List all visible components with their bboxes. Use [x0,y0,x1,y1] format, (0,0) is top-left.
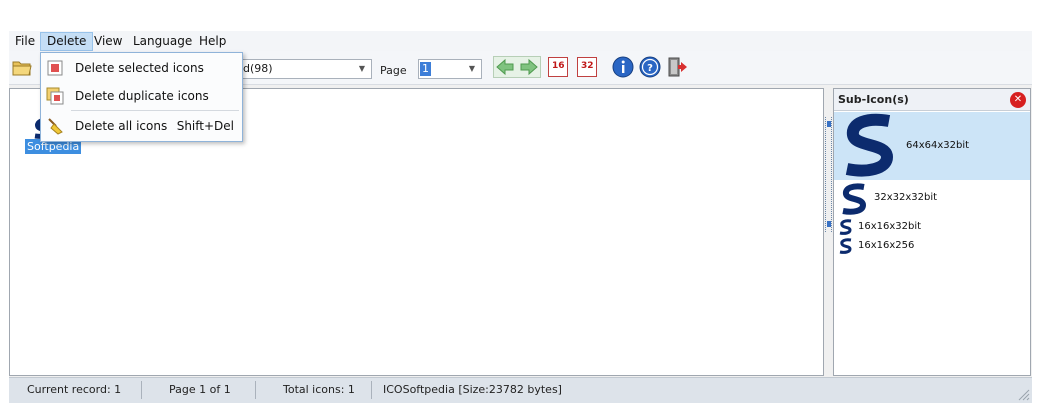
sub-icon-size-label: 16x16x256 [858,240,915,251]
menu-delete[interactable]: Delete [40,32,94,51]
menu-view[interactable]: View [88,32,128,51]
sub-icon-row[interactable]: 16x16x256 [834,237,1030,255]
sub-icon-size-label: 32x32x32bit [874,192,938,203]
softpedia-s-32-icon [842,183,867,215]
size-32-button[interactable]: 32 [577,57,597,77]
status-current-record: Current record: 1 [27,383,122,396]
softpedia-s-16-256-icon [839,238,852,254]
info-button[interactable] [612,56,634,78]
softpedia-s-16-icon [839,219,852,235]
status-page: Page 1 of 1 [169,383,231,396]
broom-icon [48,118,63,135]
menu-help[interactable]: Help [193,32,232,51]
help-icon: ? [639,56,661,78]
sub-icon-row[interactable]: 16x16x32bit [834,218,1030,236]
delete-dropdown-menu: Delete selected icons Delete duplicate i… [40,52,243,142]
open-folder-icon [12,61,32,76]
menu-file[interactable]: File [9,32,41,51]
chevron-down-icon: ▼ [468,64,476,73]
status-total-icons: Total icons: 1 [283,383,355,396]
softpedia-s-64-icon [845,113,894,177]
pane-splitter[interactable] [825,117,832,232]
next-arrow-icon[interactable] [520,58,538,76]
menu-item-delete-all[interactable]: Delete all icons Shift+Del [41,113,242,139]
sub-icon-row[interactable]: 32x32x32bit [834,182,1030,216]
menu-item-label: Delete all icons [75,119,168,133]
status-bar: Current record: 1 Page 1 of 1 Total icon… [9,377,1032,403]
menu-item-delete-selected[interactable]: Delete selected icons [41,55,242,81]
sub-icon-row[interactable]: 64x64x32bit [834,112,1030,180]
resize-grip-icon[interactable] [1016,387,1030,401]
status-separator [371,381,372,399]
delete-selected-icon [47,60,63,76]
splitter-arrow-icon [827,121,831,127]
previous-arrow-icon[interactable] [496,58,514,76]
status-separator [141,381,142,399]
info-icon [612,56,634,78]
size-16-label: 16 [552,61,565,71]
nav-button-group [493,56,541,78]
help-button[interactable]: ? [639,56,661,78]
menu-item-label: Delete duplicate icons [75,89,209,103]
sub-icon-header: Sub-Icon(s) ✕ [834,89,1030,111]
chevron-down-icon: ▼ [358,64,366,73]
sub-icon-size-label: 64x64x32bit [906,140,970,151]
sub-icon-pane: Sub-Icon(s) ✕ 64x64x32bit 32x32x32bit 16… [833,88,1031,376]
exit-door-icon [668,57,687,77]
app-window: File Delete View Language Help d(98) ▼ P… [9,31,1032,403]
size-16-button[interactable]: 16 [548,57,568,77]
record-combo-value: d(98) [243,62,273,75]
status-separator [255,381,256,399]
sub-icon-title: Sub-Icon(s) [838,93,909,106]
menu-item-shortcut: Shift+Del [176,119,234,133]
page-combo[interactable]: 1 ▼ [418,59,482,79]
menu-language[interactable]: Language [127,32,198,51]
sub-icon-size-label: 16x16x32bit [858,221,922,232]
menubar: File Delete View Language Help [9,31,1032,51]
record-combo[interactable]: d(98) ▼ [239,59,372,79]
page-combo-value: 1 [420,62,431,76]
status-file-info: ICOSoftpedia [Size:23782 bytes] [383,383,562,396]
menu-separator [71,110,239,111]
open-folder-button[interactable] [11,56,33,78]
close-icon[interactable]: ✕ [1010,92,1026,108]
svg-text:?: ? [647,63,653,74]
menu-item-label: Delete selected icons [75,61,204,75]
page-label: Page [380,64,407,77]
exit-button[interactable] [666,56,688,78]
menu-item-delete-duplicate[interactable]: Delete duplicate icons [41,83,242,109]
splitter-arrow-icon [827,221,831,227]
size-32-label: 32 [581,61,594,71]
delete-duplicate-icon [46,87,64,105]
